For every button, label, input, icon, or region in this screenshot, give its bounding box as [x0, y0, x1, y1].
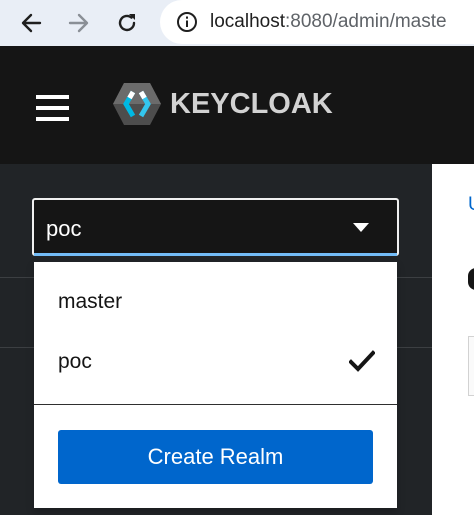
main-content: U [432, 164, 474, 515]
forward-button[interactable] [62, 6, 96, 40]
site-info-icon [177, 12, 197, 32]
hamburger-icon[interactable] [36, 95, 69, 121]
url-path: :8080/admin/maste [285, 11, 447, 32]
menu-divider [34, 404, 397, 405]
create-realm-button[interactable]: Create Realm [58, 430, 373, 484]
main-card-fragment [468, 336, 474, 396]
url-text: localhost:8080/admin/maste [210, 11, 447, 33]
masthead: KEYCLOAK [0, 46, 474, 164]
address-bar[interactable]: localhost:8080/admin/maste [160, 0, 474, 44]
brand-name: KEYCLOAK [170, 87, 333, 120]
realm-option-master[interactable]: master [34, 272, 397, 332]
checkmark-icon [349, 350, 375, 372]
realm-dropdown-menu: master poc Create Realm [34, 262, 397, 508]
reload-button[interactable] [110, 6, 144, 40]
realm-option-label: master [58, 290, 123, 313]
back-button[interactable] [14, 6, 48, 40]
site-info-button[interactable] [176, 11, 198, 33]
realm-selector-toggle[interactable]: poc [32, 198, 399, 256]
main-icon-fragment [468, 268, 474, 290]
main-link[interactable]: U [468, 194, 474, 216]
url-host: localhost [210, 11, 285, 32]
back-arrow-icon [21, 13, 42, 33]
realm-selected-value: poc [46, 216, 82, 241]
forward-arrow-icon [68, 13, 89, 33]
realm-option-label: poc [58, 350, 92, 373]
keycloak-logo-icon [113, 83, 161, 125]
reload-icon [118, 14, 136, 32]
caret-down-icon [353, 223, 369, 232]
realm-option-poc[interactable]: poc [34, 332, 397, 392]
browser-toolbar: localhost:8080/admin/maste [0, 0, 474, 46]
brand-logo[interactable]: KEYCLOAK [112, 79, 333, 129]
